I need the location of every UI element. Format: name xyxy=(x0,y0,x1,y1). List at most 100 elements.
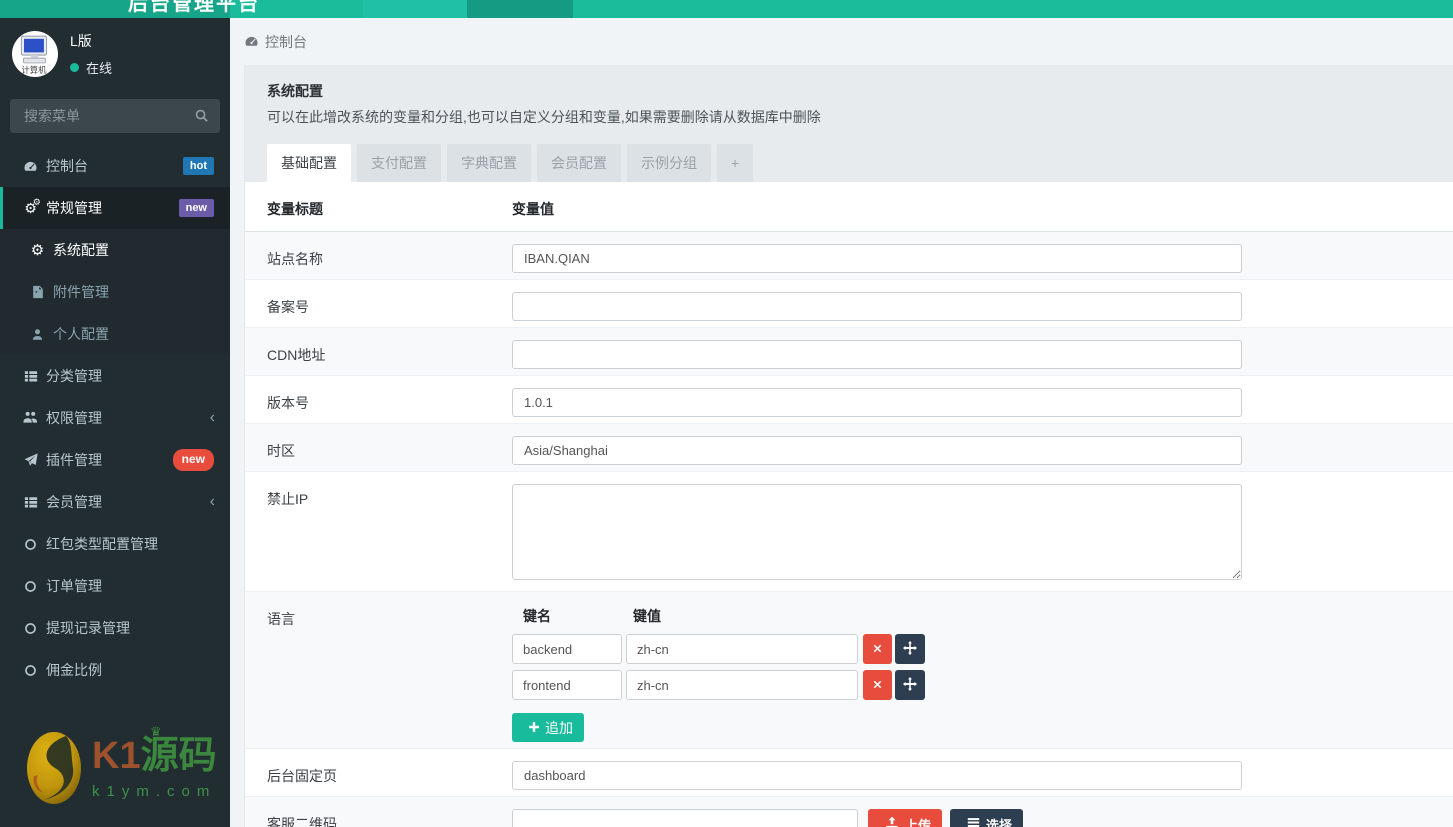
sidebar-item-1[interactable]: ⚙ ⚙ 常规管理 new xyxy=(0,187,230,229)
tab-2[interactable]: 字典配置 xyxy=(447,144,531,182)
kv-key-input[interactable] xyxy=(512,634,622,664)
drag-row-button[interactable] xyxy=(895,634,925,664)
watermark: ♛ K1源码 k1ym.com xyxy=(24,725,217,807)
kv-value-input[interactable] xyxy=(626,634,858,664)
breadcrumb-label: 控制台 xyxy=(265,33,307,50)
upload-icon xyxy=(885,816,899,827)
user-name: L版 xyxy=(70,33,92,49)
panel-body: 变量标题 变量值 站点名称备案号 CDN地址版本号时区禁止IP 语言 键名 键值追加后台… xyxy=(245,182,1453,827)
field-textarea[interactable] xyxy=(512,484,1242,580)
search-icon[interactable] xyxy=(194,108,209,128)
upload-button[interactable]: 上传 xyxy=(868,809,943,827)
field-label: CDN地址 xyxy=(267,347,326,363)
drag-row-button[interactable] xyxy=(895,670,925,700)
search-input[interactable] xyxy=(10,99,220,133)
field-input-2[interactable] xyxy=(512,340,1242,369)
dashboard-icon xyxy=(244,34,259,49)
page-title: 系统配置 xyxy=(267,83,323,99)
field-label: 站点名称 xyxy=(267,251,323,267)
button-label: 选择 xyxy=(986,817,1013,827)
sidebar-item-2[interactable]: ⚙ 系统配置 xyxy=(0,229,230,271)
field-value-cell: 上传 选择 xyxy=(512,809,1453,827)
sidebar-item-8[interactable]: 会员管理 ‹ xyxy=(0,481,230,523)
online-dot-icon xyxy=(70,63,79,72)
sidebar-item-7[interactable]: 插件管理 new xyxy=(0,439,230,481)
button-label: 追加 xyxy=(545,719,573,736)
table-header: 变量标题 变量值 xyxy=(245,182,1453,232)
upload-path-input[interactable] xyxy=(512,809,858,827)
append-button[interactable]: 追加 xyxy=(512,713,584,742)
app-logo[interactable]: 后台管理平台 xyxy=(0,0,258,18)
field-label: 版本号 xyxy=(267,395,309,411)
form-row-7: 后台固定页 xyxy=(245,749,1453,797)
topbar-tab[interactable] xyxy=(363,0,467,18)
bars-icon xyxy=(967,816,980,827)
sidebar-item-label: 个人配置 xyxy=(53,326,109,342)
circle-icon xyxy=(22,538,39,551)
user-icon xyxy=(29,328,46,341)
kv-key-input[interactable] xyxy=(512,670,622,700)
sidebar-item-10[interactable]: 订单管理 xyxy=(0,565,230,607)
add-tab-button[interactable]: + xyxy=(717,144,754,182)
field-input-1[interactable] xyxy=(512,292,1242,321)
breadcrumb[interactable]: 控制台 xyxy=(230,18,1453,65)
kv-value-input[interactable] xyxy=(626,670,858,700)
page-description: 可以在此增改系统的变量和分组,也可以自定义分组和变量,如果需要删除请从数据库中删… xyxy=(267,109,821,125)
times-icon xyxy=(872,642,883,657)
sidebar-item-0[interactable]: 控制台 hot xyxy=(0,145,230,187)
sidebar-item-12[interactable]: 佣金比例 xyxy=(0,649,230,691)
tab-3[interactable]: 会员配置 xyxy=(537,144,621,182)
field-value-cell xyxy=(512,761,1453,790)
svg-text:计算机: 计算机 xyxy=(21,65,47,75)
circle-icon xyxy=(22,622,39,635)
sidebar-item-label: 系统配置 xyxy=(53,242,109,258)
column-header-title: 变量标题 xyxy=(267,201,323,217)
gears-icon: ⚙ ⚙ xyxy=(24,197,41,216)
tab-0[interactable]: 基础配置 xyxy=(267,144,351,182)
sidebar-item-label: 控制台 xyxy=(46,158,88,174)
sidebar-item-label: 常规管理 xyxy=(46,200,102,216)
menu-badge: new xyxy=(172,449,214,471)
sidebar-item-label: 插件管理 xyxy=(46,452,102,468)
sidebar-item-6[interactable]: 权限管理 ‹ xyxy=(0,397,230,439)
tab-4[interactable]: 示例分组 xyxy=(627,144,711,182)
choose-button[interactable]: 选择 xyxy=(950,809,1024,827)
field-input-3[interactable] xyxy=(512,388,1242,417)
field-value-cell xyxy=(512,244,1453,273)
delete-row-button[interactable] xyxy=(863,670,892,700)
sidebar-item-9[interactable]: 红包类型配置管理 xyxy=(0,523,230,565)
kv-key-header: 键名 xyxy=(523,608,551,624)
form-rows: 站点名称备案号 CDN地址版本号时区禁止IP 语言 键名 键值追加后台固定页客服二维码 上… xyxy=(245,232,1453,827)
kv-value-header: 键值 xyxy=(633,608,661,624)
sidebar-item-label: 提现记录管理 xyxy=(46,620,130,636)
menu-badge: new xyxy=(178,198,214,218)
kv-row-0 xyxy=(512,634,1453,664)
field-label: 语言 xyxy=(267,611,295,627)
avatar[interactable]: 计算机 xyxy=(12,31,58,77)
field-input-7[interactable] xyxy=(512,761,1242,790)
config-panel: 系统配置 可以在此增改系统的变量和分组,也可以自定义分组和变量,如果需要删除请从… xyxy=(244,65,1453,827)
sidebar-item-label: 红包类型配置管理 xyxy=(46,536,158,552)
topbar-tab-active[interactable] xyxy=(467,0,573,18)
times-icon xyxy=(872,678,883,693)
field-input-4[interactable] xyxy=(512,436,1242,465)
form-row-8: 客服二维码 上传 选择 xyxy=(245,797,1453,827)
menu-search xyxy=(10,99,220,133)
delete-row-button[interactable] xyxy=(863,634,892,664)
field-label: 时区 xyxy=(267,443,295,459)
sidebar-item-3[interactable]: 附件管理 xyxy=(0,271,230,313)
tab-1[interactable]: 支付配置 xyxy=(357,144,441,182)
sidebar-item-5[interactable]: 分类管理 xyxy=(0,355,230,397)
form-row-6: 语言 键名 键值追加 xyxy=(245,592,1453,749)
button-label: 上传 xyxy=(905,817,932,827)
sidebar-item-11[interactable]: 提现记录管理 xyxy=(0,607,230,649)
sidebar-item-label: 分类管理 xyxy=(46,368,102,384)
field-input-0[interactable] xyxy=(512,244,1242,273)
topbar: 后台管理平台 xyxy=(0,0,1453,18)
list-icon xyxy=(22,369,39,383)
form-row-1: 备案号 xyxy=(245,280,1453,328)
chevron-left-icon: ‹ xyxy=(209,409,215,426)
paper-plane-icon xyxy=(22,453,39,467)
form-row-5: 禁止IP xyxy=(245,472,1453,592)
sidebar-item-4[interactable]: 个人配置 xyxy=(0,313,230,355)
